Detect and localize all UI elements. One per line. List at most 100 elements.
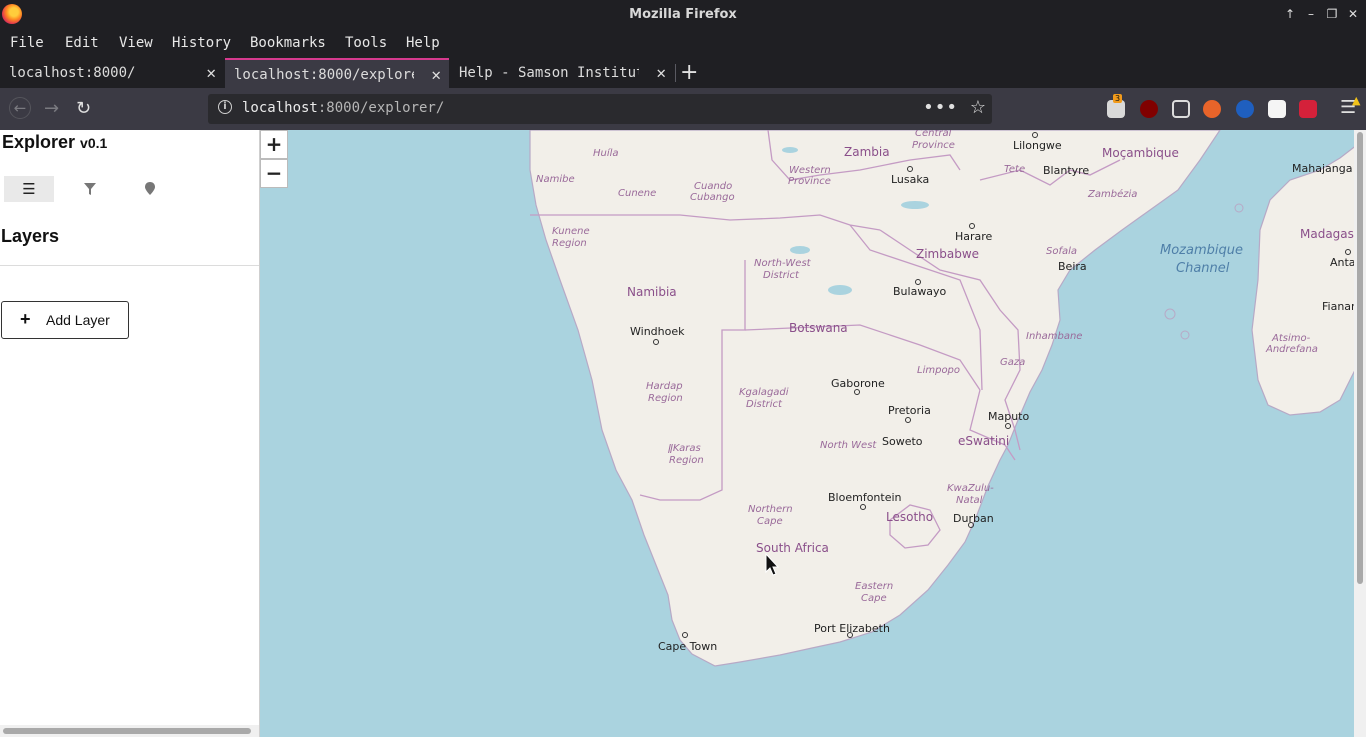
tab-localhost[interactable]: localhost:8000/ ✕ <box>0 58 224 88</box>
zoom-in-button[interactable]: + <box>260 130 288 159</box>
tab-label: localhost:8000/ <box>9 65 136 81</box>
country-label: Moçambique <box>1102 146 1179 160</box>
keep-above-icon[interactable]: ↑ <box>1282 6 1298 22</box>
divider <box>0 265 259 266</box>
app-name: Explorer <box>2 132 76 152</box>
menu-help[interactable]: Help <box>406 35 440 51</box>
tab-label: localhost:8000/explorer/ <box>234 67 414 83</box>
map-view[interactable]: Mozambique Channel Zambia Moçambique Nam… <box>260 130 1366 737</box>
region-label: Region <box>648 393 683 404</box>
url-bar[interactable]: i localhost:8000/explorer/ ••• ☆ <box>208 94 992 124</box>
close-tab-icon[interactable]: ✕ <box>431 65 441 84</box>
page-actions-icon[interactable]: ••• <box>923 97 958 118</box>
tab-label: Help - Samson Institute <box>459 65 639 81</box>
app-version: v0.1 <box>80 135 108 151</box>
region-label: District <box>746 399 783 410</box>
city-label: Durban <box>953 512 994 525</box>
region-label: Region <box>552 238 587 249</box>
island <box>1164 308 1176 320</box>
back-button[interactable]: ← <box>9 97 31 119</box>
region-label: Natal <box>956 495 983 506</box>
city-label: Gaborone <box>831 377 885 390</box>
island <box>1180 330 1190 340</box>
country-label: Namibia <box>627 285 677 299</box>
s-extension-icon[interactable] <box>1236 100 1254 118</box>
add-layer-button[interactable]: + Add Layer <box>1 301 129 339</box>
close-tab-icon[interactable]: ✕ <box>206 63 216 82</box>
youtube-extension-icon[interactable] <box>1299 100 1317 118</box>
tab-help-samson[interactable]: Help - Samson Institute ✕ <box>450 58 674 88</box>
ublock-icon[interactable] <box>1140 100 1158 118</box>
region-label: Sofala <box>1046 246 1077 257</box>
city-label: Harare <box>955 230 993 243</box>
menu-tools[interactable]: Tools <box>345 35 387 51</box>
region-label: Western <box>789 165 831 176</box>
reload-button[interactable]: ↻ <box>76 98 91 119</box>
navigation-bar: ← → ↻ i localhost:8000/explorer/ ••• ☆ 3… <box>0 88 1366 130</box>
region-label: Limpopo <box>917 365 960 376</box>
maximize-button[interactable]: ❐ <box>1324 6 1340 22</box>
window-titlebar: Mozilla Firefox ↑ – ❐ ✕ <box>0 0 1366 30</box>
region-label: Cunene <box>618 188 656 199</box>
region-label: Tete <box>1004 164 1025 175</box>
menu-file[interactable]: File <box>10 35 44 51</box>
city-label: Port Elizabeth <box>814 622 890 635</box>
country-label: eSwatini <box>958 434 1009 448</box>
city-label: Mahajanga <box>1292 162 1352 175</box>
site-info-icon[interactable]: i <box>218 100 232 114</box>
close-tab-icon[interactable]: ✕ <box>656 63 666 82</box>
region-label: Eastern <box>855 581 893 592</box>
region-label: ǁKaras <box>668 443 701 454</box>
menu-view[interactable]: View <box>119 35 153 51</box>
page-vertical-scrollbar[interactable] <box>1354 130 1366 737</box>
url-text[interactable]: localhost:8000/explorer/ <box>242 100 444 116</box>
menu-history[interactable]: History <box>172 35 231 51</box>
region-label: Zambézia <box>1087 188 1137 200</box>
filter-icon <box>84 182 96 195</box>
extension-badge-count: 3 <box>1113 94 1123 103</box>
new-tab-button[interactable]: + <box>680 60 698 85</box>
region-label: Huíla <box>593 147 619 159</box>
scrollbar-thumb[interactable] <box>1357 132 1363 584</box>
sidebar-toggle-icon[interactable] <box>1172 100 1190 118</box>
city-label: Pretoria <box>888 404 931 417</box>
region-label: North West <box>820 440 877 451</box>
city-label: Soweto <box>882 435 923 448</box>
region-label: Atsimo- <box>1271 333 1311 344</box>
close-window-button[interactable]: ✕ <box>1345 6 1361 22</box>
tab-layers[interactable]: ☰ <box>4 176 54 202</box>
minimize-button[interactable]: – <box>1303 6 1319 22</box>
region-label: Kgalagadi <box>739 387 789 398</box>
country-label: Lesotho <box>886 510 933 524</box>
region-label: KwaZulu- <box>947 483 994 494</box>
tab-filter[interactable] <box>65 176 115 202</box>
region-label: District <box>763 270 800 281</box>
region-label: Inhambane <box>1026 331 1082 342</box>
forward-button[interactable]: → <box>44 98 59 119</box>
region-label: Cuando <box>694 181 732 192</box>
island <box>1234 203 1244 213</box>
region-label: Northern <box>748 504 793 515</box>
scrollbar-thumb[interactable] <box>3 728 251 734</box>
region-label: Province <box>788 176 831 187</box>
extension-badge-icon[interactable]: 3 <box>1107 94 1125 118</box>
city-label: Cape Town <box>658 640 717 653</box>
tab-location[interactable] <box>125 176 175 202</box>
sidebar-horizontal-scrollbar[interactable] <box>0 725 259 737</box>
fox-extension-icon[interactable] <box>1203 100 1221 118</box>
explorer-sidebar: Explorer v0.1 ☰ Layers + Add Layer <box>0 130 260 737</box>
country-label: Botswana <box>789 321 848 335</box>
sea-label: Channel <box>1176 261 1230 276</box>
menu-edit[interactable]: Edit <box>65 35 99 51</box>
map-marker-icon <box>145 182 155 195</box>
city-label: Blantyre <box>1043 164 1089 177</box>
reader-extension-icon[interactable] <box>1268 100 1286 118</box>
region-label: Kunene <box>552 226 590 237</box>
basemap[interactable]: Mozambique Channel Zambia Moçambique Nam… <box>260 130 1366 737</box>
window-title: Mozilla Firefox <box>629 7 737 22</box>
zoom-out-button[interactable]: − <box>260 159 288 188</box>
bookmark-star-icon[interactable]: ☆ <box>970 97 986 118</box>
menu-bookmarks[interactable]: Bookmarks <box>250 35 326 51</box>
country-label: Zambia <box>844 145 890 159</box>
tab-explorer[interactable]: localhost:8000/explorer/ ✕ <box>225 58 449 88</box>
